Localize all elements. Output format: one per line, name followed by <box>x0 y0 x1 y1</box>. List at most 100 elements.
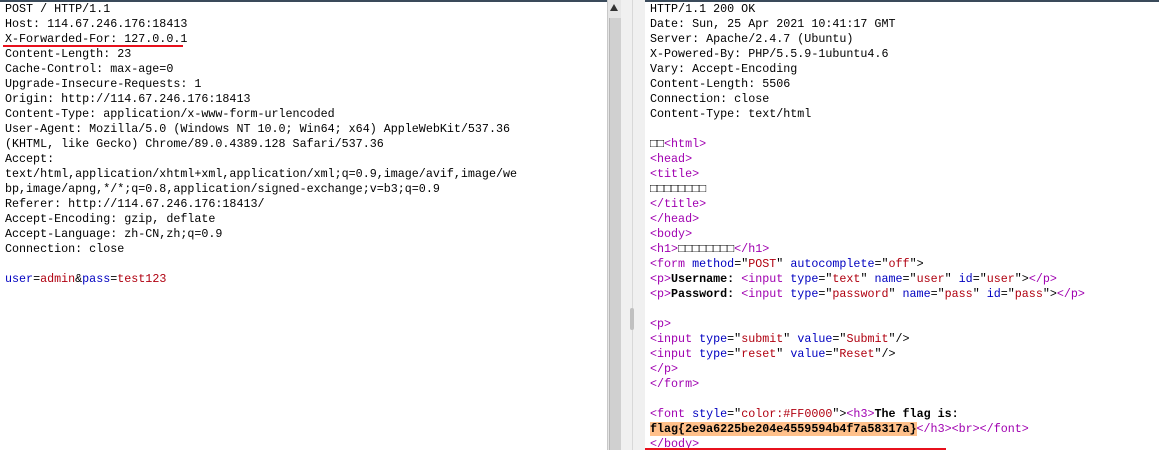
text-segment: " <box>944 272 959 286</box>
request-line: POST / HTTP/1.1 <box>5 2 517 17</box>
text-segment: □□ <box>650 137 665 151</box>
response-line: <input type="reset" value="Reset"/> <box>650 347 1085 362</box>
attribute-name: name <box>902 287 931 301</box>
html-tag: </head> <box>650 212 700 226</box>
response-line: <head> <box>650 152 1085 167</box>
attribute-value: color:#FF0000 <box>741 407 833 421</box>
response-line: <h1>□□□□□□□□</h1> <box>650 242 1085 257</box>
attribute-value: submit <box>741 332 784 346</box>
text-segment: text/html,application/xhtml+xml,applicat… <box>5 167 517 181</box>
pane-divider[interactable] <box>621 0 645 450</box>
attribute-value: Reset <box>839 347 875 361</box>
html-tag: </p> <box>1028 272 1057 286</box>
response-text[interactable]: HTTP/1.1 200 OK Date: Sun, 25 Apr 2021 10… <box>650 2 1085 450</box>
attribute-name: value <box>797 332 833 346</box>
text-segment: =" <box>1000 287 1015 301</box>
request-editor[interactable]: POST / HTTP/1.1 Host: 114.67.246.176:1841… <box>0 0 607 450</box>
attribute-value: password <box>832 287 889 301</box>
html-tag: <html> <box>664 137 707 151</box>
text-segment: =" <box>825 347 840 361</box>
html-tag: <head> <box>650 152 693 166</box>
html-tag: <form <box>650 257 693 271</box>
html-tag: <input <box>650 347 700 361</box>
request-line: Host: 114.67.246.176:18413 <box>5 17 517 32</box>
text-segment: " <box>783 332 798 346</box>
text-segment: Date: Sun, 25 Apr 2021 10:41:17 GMT <box>650 17 896 31</box>
html-tag: <h3> <box>846 407 875 421</box>
request-line: User-Agent: Mozilla/5.0 (Windows NT 10.0… <box>5 122 517 137</box>
response-line: <input type="submit" value="Submit"/> <box>650 332 1085 347</box>
text-segment: =" <box>818 272 833 286</box>
attribute-name: id <box>986 287 1001 301</box>
response-line: <form method="POST" autocomplete="off"> <box>650 257 1085 272</box>
response-line: X-Powered-By: PHP/5.5.9-1ubuntu4.6 <box>650 47 1085 62</box>
scroll-up-arrow-icon[interactable] <box>610 4 618 11</box>
text-segment: "/> <box>874 347 896 361</box>
response-line: </head> <box>650 212 1085 227</box>
text-segment: □□□□□□□□ <box>678 242 735 256</box>
html-tag: <p> <box>650 272 672 286</box>
response-line: </title> <box>650 197 1085 212</box>
text-segment: "> <box>1042 287 1057 301</box>
attribute-name: type <box>790 287 819 301</box>
text-segment: Content-Type: application/x-www-form-url… <box>5 107 335 121</box>
request-line: Origin: http://114.67.246.176:18413 <box>5 92 517 107</box>
text-segment: Referer: http://114.67.246.176:18413/ <box>5 197 265 211</box>
text-segment: "> <box>832 407 847 421</box>
text-segment: X-Forwarded-For: 127.0.0.1 <box>5 32 188 46</box>
text-segment: Password: <box>671 287 735 301</box>
response-line: <p>Password: <input type="password" name… <box>650 287 1085 302</box>
text-segment: =" <box>874 257 889 271</box>
response-line <box>650 122 1085 137</box>
scrollbar-thumb[interactable] <box>609 18 621 450</box>
text-segment: The flag is: <box>874 407 959 421</box>
text-segment: Content-Length: 23 <box>5 47 132 61</box>
text-segment: " <box>776 257 791 271</box>
text-segment: =" <box>902 272 917 286</box>
text-segment <box>650 302 657 316</box>
text-segment: POST / HTTP/1.1 <box>5 2 111 16</box>
response-line: □□<html> <box>650 137 1085 152</box>
html-tag: <body> <box>650 227 693 241</box>
attribute-name: type <box>790 272 819 286</box>
text-segment: Server: Apache/2.4.7 (Ubuntu) <box>650 32 854 46</box>
response-line: <body> <box>650 227 1085 242</box>
attribute-name: name <box>874 272 903 286</box>
request-line: Content-Length: 23 <box>5 47 517 62</box>
request-line: user=admin&pass=test123 <box>5 272 517 287</box>
text-segment: Accept-Language: zh-CN,zh;q=0.9 <box>5 227 223 241</box>
text-segment: " <box>888 287 903 301</box>
request-line: Cache-Control: max-age=0 <box>5 62 517 77</box>
attribute-name: type <box>699 332 728 346</box>
text-segment: =" <box>818 287 833 301</box>
attribute-value: reset <box>741 347 777 361</box>
text-segment: X-Powered-By: PHP/5.5.9-1ubuntu4.6 <box>650 47 889 61</box>
response-line: </form> <box>650 377 1085 392</box>
text-segment: =" <box>972 272 987 286</box>
attribute-name: pass <box>82 272 111 286</box>
request-line <box>5 257 517 272</box>
response-viewer[interactable]: HTTP/1.1 200 OK Date: Sun, 25 Apr 2021 10… <box>645 0 1159 450</box>
html-tag: </form> <box>650 377 700 391</box>
text-segment: Accept-Encoding: gzip, deflate <box>5 212 216 226</box>
attribute-name: value <box>790 347 826 361</box>
html-tag: <input <box>741 272 791 286</box>
request-scrollbar[interactable] <box>607 0 621 450</box>
html-tag: <br> <box>951 422 980 436</box>
text-segment: =" <box>930 287 945 301</box>
html-tag: </h3> <box>916 422 952 436</box>
divider-grip-icon[interactable] <box>630 308 634 330</box>
html-tag: </p> <box>650 362 679 376</box>
text-segment <box>650 122 657 136</box>
response-line: □□□□□□□□ <box>650 182 1085 197</box>
html-tag: <p> <box>650 317 672 331</box>
response-line: Content-Length: 5506 <box>650 77 1085 92</box>
text-segment <box>650 392 657 406</box>
response-line: Vary: Accept-Encoding <box>650 62 1085 77</box>
text-segment: " <box>860 272 875 286</box>
text-segment: "> <box>1014 272 1029 286</box>
response-line: <title> <box>650 167 1085 182</box>
text-segment: Origin: http://114.67.246.176:18413 <box>5 92 251 106</box>
html-tag: </p> <box>1056 287 1085 301</box>
divider-line <box>632 0 633 450</box>
